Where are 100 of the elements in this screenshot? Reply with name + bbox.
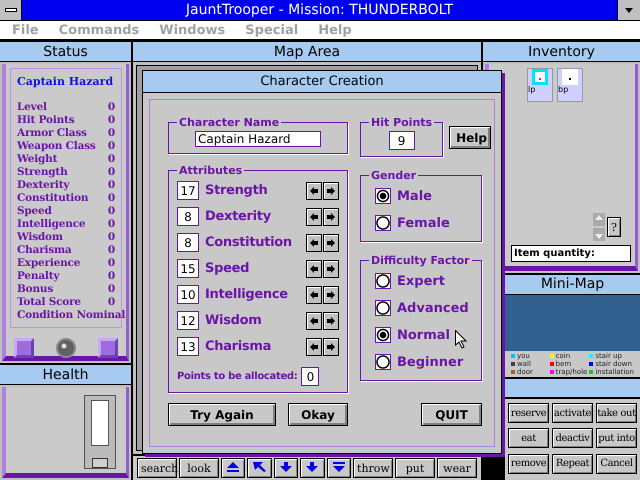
attribute-value: 17 [177,181,199,200]
attribute-name: Speed [205,261,250,276]
increase-button[interactable] [323,260,339,278]
attribute-value: 10 [177,285,199,304]
panel-title: Inventory [483,42,640,62]
stat-label: Intelligence [17,218,86,230]
decrease-button[interactable] [306,182,322,200]
stat-value: 0 [108,114,115,126]
group-title: Hit Points [370,116,434,129]
attribute-name: Constitution [205,235,293,250]
decrease-button[interactable] [306,260,322,278]
decrease-button[interactable] [306,234,322,252]
stat-label: Penalty [17,270,60,282]
arrow-button[interactable] [221,458,246,478]
character-name: Captain Hazard [17,75,114,88]
stat-value: 0 [108,166,115,178]
command-button[interactable]: wear [437,458,478,478]
stat-value: 0 [108,282,115,294]
arrow-icon [279,462,294,472]
gauge-thumb[interactable] [92,458,108,468]
decrease-button[interactable] [306,312,322,330]
decrease-button[interactable] [306,286,322,304]
item-icon [532,69,548,85]
attribute-value: 8 [177,233,199,252]
decrease-button[interactable] [306,338,322,356]
command-button[interactable]: put [395,458,436,478]
group-title: Difficulty Factor [370,254,471,267]
left-arrow-icon [310,290,318,298]
left-arrow-icon [310,212,318,220]
square-button[interactable] [14,338,34,358]
square-button[interactable] [98,338,118,358]
action-button[interactable]: Repeat [552,454,593,474]
stat-value: 0 [108,100,115,112]
stat-label: Constitution [17,192,88,204]
stat-value: 0 [108,218,115,230]
stat-value: 0 [108,244,115,256]
item-label: bp [558,85,568,94]
increase-button[interactable] [323,286,339,304]
try-again-button[interactable]: Try Again [168,403,276,426]
action-button[interactable]: deactiv [552,428,593,448]
stat-label: Weight [17,152,58,164]
increase-button[interactable] [323,338,339,356]
right-arrow-icon [327,186,335,194]
radio-button[interactable] [375,354,391,370]
attribute-name: Wisdom [205,313,263,328]
action-button[interactable]: activate [552,403,593,423]
radio-label: Expert [397,274,446,288]
okay-button[interactable]: Okay [288,403,348,426]
radio-button[interactable] [375,273,391,289]
item-label: lp [528,85,536,94]
stat-label: Speed [17,204,52,216]
command-button[interactable]: look [179,458,219,478]
dropdown-icon[interactable] [625,8,633,13]
stat-value: 0 [108,296,115,308]
stat-value: 0 [108,230,115,242]
system-menu-icon[interactable] [4,8,16,13]
arrow-icon [332,462,346,472]
dialog-title: Character Creation [143,71,501,93]
increase-button[interactable] [323,182,339,200]
action-button[interactable]: reserve [508,403,549,423]
increase-button[interactable] [323,312,339,330]
right-arrow-icon [327,238,335,246]
stat-value: 0 [108,140,115,152]
attribute-name: Dexterity [205,209,272,224]
increase-button[interactable] [323,208,339,226]
inventory-item[interactable]: lp [527,68,553,102]
left-arrow-icon [310,186,318,194]
radio-button[interactable] [375,188,391,204]
radio-label: Male [397,188,432,204]
action-button[interactable]: Cancel [596,454,637,474]
arrow-button[interactable] [300,458,325,478]
action-button[interactable]: put into [596,428,637,448]
stat-label: Weapon Class [17,140,96,152]
help-button[interactable]: ? [607,217,621,237]
radio-button[interactable] [375,300,391,316]
panel-title: Health [0,365,131,385]
radio-button[interactable] [375,327,391,343]
quit-button[interactable]: QUIT [421,403,482,426]
quantity-field[interactable]: Item quantity: [511,245,631,262]
stat-label: Charisma [17,244,72,256]
left-arrow-icon [310,264,318,272]
stat-value: 0 [108,178,115,190]
stat-label: Dexterity [17,178,70,190]
arrow-button[interactable] [274,458,298,478]
command-button[interactable]: throw [353,458,394,478]
attribute-name: Intelligence [205,287,289,302]
increase-button[interactable] [323,234,339,252]
help-button[interactable]: Help [449,126,492,149]
action-button[interactable]: remove [508,454,549,474]
action-button[interactable]: eat [508,428,549,448]
inventory-item[interactable]: bp [557,68,583,102]
radio-button[interactable] [375,215,391,231]
action-button[interactable]: take out [596,403,637,423]
arrow-button[interactable] [247,458,272,478]
arrow-button[interactable] [326,458,352,478]
item-icon [562,69,578,85]
decrease-button[interactable] [306,208,322,226]
stat-value: 0 [108,192,115,204]
left-arrow-icon [310,342,318,350]
name-field[interactable]: Captain Hazard [195,131,321,147]
